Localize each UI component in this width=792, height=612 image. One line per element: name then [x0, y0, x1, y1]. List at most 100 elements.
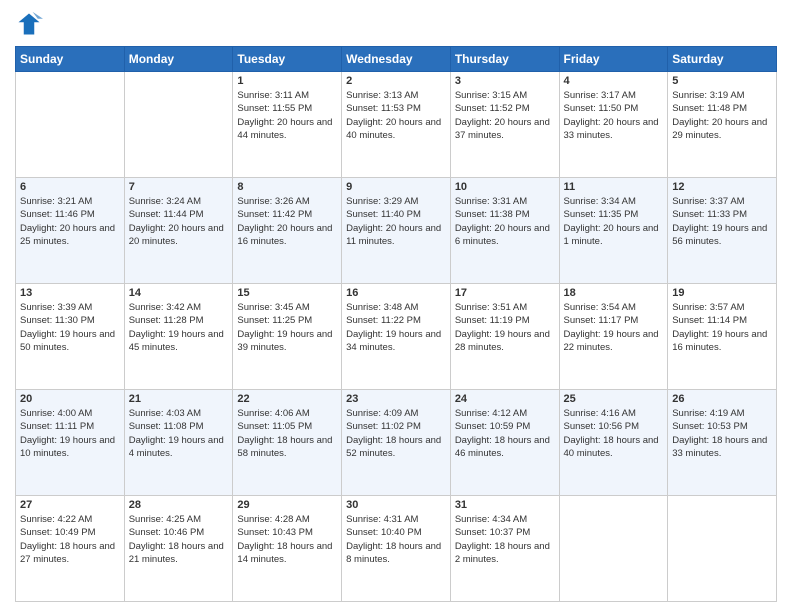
day-info: Sunrise: 3:19 AM Sunset: 11:48 PM Daylig… [672, 89, 772, 142]
day-cell-11: 11 Sunrise: 3:34 AM Sunset: 11:35 PM Dayl… [559, 178, 668, 284]
day-info: Sunrise: 3:34 AM Sunset: 11:35 PM Daylig… [564, 195, 664, 248]
day-cell-9: 9 Sunrise: 3:29 AM Sunset: 11:40 PM Dayli… [342, 178, 451, 284]
day-cell-15: 15 Sunrise: 3:45 AM Sunset: 11:25 PM Dayl… [233, 284, 342, 390]
day-number: 2 [346, 75, 446, 87]
day-cell-12: 12Sunrise: 3:37 AM Sunset: 11:33 PM Dayl… [668, 178, 777, 284]
day-info: Sunrise: 4:31 AM Sunset: 10:40 PM Daylig… [346, 513, 446, 566]
day-info: Sunrise: 4:34 AM Sunset: 10:37 PM Daylig… [455, 513, 555, 566]
day-info: Sunrise: 3:54 AM Sunset: 11:17 PM Daylig… [564, 301, 664, 354]
day-number: 14 [129, 287, 229, 299]
day-number: 11 [564, 181, 664, 193]
day-number: 27 [20, 499, 120, 511]
day-info: Sunrise: 3:31 AM Sunset: 11:38 PM Daylig… [455, 195, 555, 248]
day-info: Sunrise: 3:11 AM Sunset: 11:55 PM Daylig… [237, 89, 337, 142]
day-number: 4 [564, 75, 664, 87]
day-cell-21: 21 Sunrise: 4:03 AM Sunset: 11:08 PM Dayl… [124, 390, 233, 496]
day-number: 3 [455, 75, 555, 87]
day-info: Sunrise: 3:21 AM Sunset: 11:46 PM Daylig… [20, 195, 120, 248]
day-info: Sunrise: 3:42 AM Sunset: 11:28 PM Daylig… [129, 301, 229, 354]
day-number: 29 [237, 499, 337, 511]
empty-cell [559, 496, 668, 602]
day-cell-26: 26 Sunrise: 4:19 AM Sunset: 10:53 PM Dayl… [668, 390, 777, 496]
day-cell-13: 13 Sunrise: 3:39 AM Sunset: 11:30 PM Dayl… [16, 284, 125, 390]
day-info: Sunrise: 4:19 AM Sunset: 10:53 PM Daylig… [672, 407, 772, 460]
page: SundayMondayTuesdayWednesdayThursdayFrid… [0, 0, 792, 612]
logo-icon [15, 10, 43, 38]
weekday-header-tuesday: Tuesday [233, 47, 342, 72]
day-info: Sunrise: 3:39 AM Sunset: 11:30 PM Daylig… [20, 301, 120, 354]
day-cell-3: 3 Sunrise: 3:15 AM Sunset: 11:52 PM Dayli… [450, 72, 559, 178]
calendar: SundayMondayTuesdayWednesdayThursdayFrid… [15, 46, 777, 602]
day-number: 30 [346, 499, 446, 511]
day-number: 21 [129, 393, 229, 405]
weekday-header-friday: Friday [559, 47, 668, 72]
day-info: Sunrise: 4:03 AM Sunset: 11:08 PM Daylig… [129, 407, 229, 460]
day-cell-1: 1 Sunrise: 3:11 AM Sunset: 11:55 PM Dayli… [233, 72, 342, 178]
day-info: Sunrise: 3:13 AM Sunset: 11:53 PM Daylig… [346, 89, 446, 142]
day-cell-24: 24 Sunrise: 4:12 AM Sunset: 10:59 PM Dayl… [450, 390, 559, 496]
day-number: 20 [20, 393, 120, 405]
day-cell-19: 19Sunrise: 3:57 AM Sunset: 11:14 PM Dayl… [668, 284, 777, 390]
week-row-1: 1 Sunrise: 3:11 AM Sunset: 11:55 PM Dayli… [16, 72, 777, 178]
day-number: 28 [129, 499, 229, 511]
day-info: Sunrise: 3:37 AM Sunset: 11:33 PM Daylig… [672, 195, 772, 248]
weekday-header-sunday: Sunday [16, 47, 125, 72]
day-info: Sunrise: 3:17 AM Sunset: 11:50 PM Daylig… [564, 89, 664, 142]
day-info: Sunrise: 3:15 AM Sunset: 11:52 PM Daylig… [455, 89, 555, 142]
day-cell-18: 18 Sunrise: 3:54 AM Sunset: 11:17 PM Dayl… [559, 284, 668, 390]
day-info: Sunrise: 3:45 AM Sunset: 11:25 PM Daylig… [237, 301, 337, 354]
day-cell-10: 10 Sunrise: 3:31 AM Sunset: 11:38 PM Dayl… [450, 178, 559, 284]
day-info: Sunrise: 4:22 AM Sunset: 10:49 PM Daylig… [20, 513, 120, 566]
day-number: 22 [237, 393, 337, 405]
weekday-header-wednesday: Wednesday [342, 47, 451, 72]
day-number: 10 [455, 181, 555, 193]
week-row-4: 20 Sunrise: 4:00 AM Sunset: 11:11 PM Dayl… [16, 390, 777, 496]
empty-cell [124, 72, 233, 178]
day-cell-31: 31 Sunrise: 4:34 AM Sunset: 10:37 PM Dayl… [450, 496, 559, 602]
day-cell-30: 30 Sunrise: 4:31 AM Sunset: 10:40 PM Dayl… [342, 496, 451, 602]
day-number: 23 [346, 393, 446, 405]
empty-cell [668, 496, 777, 602]
day-cell-29: 29 Sunrise: 4:28 AM Sunset: 10:43 PM Dayl… [233, 496, 342, 602]
day-cell-16: 16Sunrise: 3:48 AM Sunset: 11:22 PM Dayl… [342, 284, 451, 390]
day-number: 13 [20, 287, 120, 299]
day-cell-23: 23Sunrise: 4:09 AM Sunset: 11:02 PM Dayl… [342, 390, 451, 496]
day-cell-25: 25 Sunrise: 4:16 AM Sunset: 10:56 PM Dayl… [559, 390, 668, 496]
day-number: 24 [455, 393, 555, 405]
weekday-header-thursday: Thursday [450, 47, 559, 72]
day-number: 9 [346, 181, 446, 193]
day-number: 25 [564, 393, 664, 405]
day-number: 8 [237, 181, 337, 193]
day-cell-5: 5 Sunrise: 3:19 AM Sunset: 11:48 PM Dayli… [668, 72, 777, 178]
week-row-5: 27 Sunrise: 4:22 AM Sunset: 10:49 PM Dayl… [16, 496, 777, 602]
day-number: 6 [20, 181, 120, 193]
day-number: 31 [455, 499, 555, 511]
day-cell-6: 6 Sunrise: 3:21 AM Sunset: 11:46 PM Dayli… [16, 178, 125, 284]
day-number: 5 [672, 75, 772, 87]
day-info: Sunrise: 4:28 AM Sunset: 10:43 PM Daylig… [237, 513, 337, 566]
day-info: Sunrise: 4:12 AM Sunset: 10:59 PM Daylig… [455, 407, 555, 460]
day-cell-2: 2 Sunrise: 3:13 AM Sunset: 11:53 PM Dayli… [342, 72, 451, 178]
week-row-2: 6 Sunrise: 3:21 AM Sunset: 11:46 PM Dayli… [16, 178, 777, 284]
day-info: Sunrise: 3:29 AM Sunset: 11:40 PM Daylig… [346, 195, 446, 248]
empty-cell [16, 72, 125, 178]
logo [15, 10, 47, 38]
day-cell-20: 20 Sunrise: 4:00 AM Sunset: 11:11 PM Dayl… [16, 390, 125, 496]
day-cell-22: 22Sunrise: 4:06 AM Sunset: 11:05 PM Dayl… [233, 390, 342, 496]
weekday-header-monday: Monday [124, 47, 233, 72]
day-number: 15 [237, 287, 337, 299]
day-cell-27: 27 Sunrise: 4:22 AM Sunset: 10:49 PM Dayl… [16, 496, 125, 602]
weekday-header-saturday: Saturday [668, 47, 777, 72]
day-cell-4: 4 Sunrise: 3:17 AM Sunset: 11:50 PM Dayli… [559, 72, 668, 178]
day-cell-14: 14 Sunrise: 3:42 AM Sunset: 11:28 PM Dayl… [124, 284, 233, 390]
day-info: Sunrise: 4:00 AM Sunset: 11:11 PM Daylig… [20, 407, 120, 460]
weekday-header-row: SundayMondayTuesdayWednesdayThursdayFrid… [16, 47, 777, 72]
day-info: Sunrise: 4:16 AM Sunset: 10:56 PM Daylig… [564, 407, 664, 460]
header [15, 10, 777, 38]
day-info: Sunrise: 3:48 AM Sunset: 11:22 PM Daylig… [346, 301, 446, 354]
day-number: 26 [672, 393, 772, 405]
day-number: 18 [564, 287, 664, 299]
day-number: 1 [237, 75, 337, 87]
day-cell-17: 17Sunrise: 3:51 AM Sunset: 11:19 PM Dayl… [450, 284, 559, 390]
day-info: Sunrise: 4:25 AM Sunset: 10:46 PM Daylig… [129, 513, 229, 566]
